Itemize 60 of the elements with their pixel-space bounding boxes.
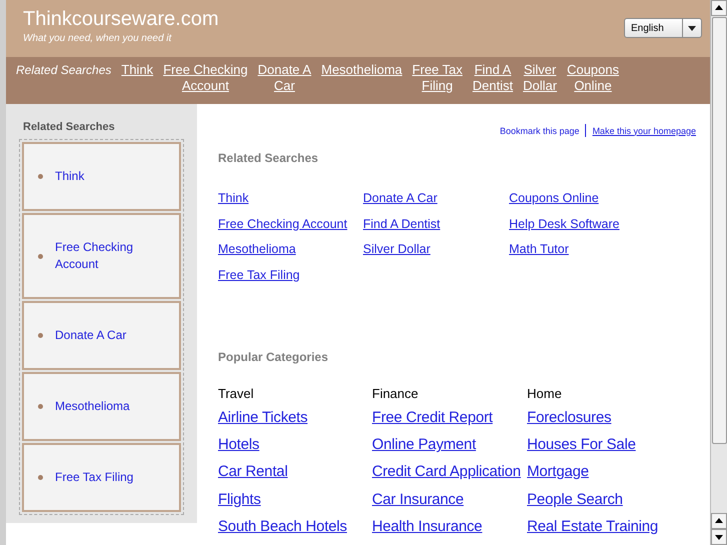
sidebar-link[interactable]: Donate A Car (55, 327, 151, 344)
bullet-icon (38, 174, 43, 179)
bullet-icon (38, 475, 43, 480)
nav-link[interactable]: Think (121, 62, 154, 78)
nav-link[interactable]: Mesothelioma (321, 62, 402, 78)
section-title: Popular Categories (218, 350, 330, 364)
category-link[interactable]: Health Insurance (372, 512, 527, 540)
category-link[interactable]: Foreclosures (527, 404, 696, 432)
bullet-icon (38, 254, 43, 258)
category-heading: Finance (372, 386, 420, 402)
category-link[interactable]: Flights (218, 486, 372, 513)
scrollbar[interactable] (710, 0, 727, 545)
nav-link[interactable]: Coupons Online (566, 62, 619, 94)
site-title: Thinkcourseware.com (23, 8, 219, 31)
sidebar-link[interactable]: Free Tax Filing (55, 469, 151, 486)
category-link[interactable]: Car Insurance (372, 486, 527, 513)
nav-link[interactable]: Donate A Car (258, 62, 312, 94)
category-link[interactable]: Hotels (218, 431, 372, 458)
category-link[interactable]: Credit Card Application (372, 458, 527, 486)
search-link[interactable]: Free Checking Account (218, 212, 363, 237)
sidebar-link[interactable]: Mesothelioma (55, 398, 151, 415)
sidebar-link[interactable]: Free Checking Account (55, 239, 151, 273)
scroll-up-icon[interactable] (711, 513, 727, 529)
category-link[interactable]: Airline Tickets (218, 404, 372, 432)
nav-label: Related Searches (16, 63, 112, 77)
category-link[interactable]: South Beach Hotels (218, 512, 372, 540)
nav-link[interactable]: Free Checking Account (163, 62, 248, 94)
top-link[interactable]: Make this your homepage (592, 126, 696, 136)
nav-link[interactable]: Silver Dollar (522, 62, 557, 94)
sidebar-link[interactable]: Think (55, 168, 151, 185)
nav-link[interactable]: Free Tax Filing (412, 62, 463, 94)
section-title: Related Searches (218, 151, 320, 165)
scroll-down-icon[interactable] (711, 529, 727, 545)
scroll-up-icon[interactable] (711, 0, 727, 16)
search-link[interactable]: Free Tax Filing (218, 262, 363, 288)
search-link[interactable]: Coupons Online (509, 186, 696, 212)
language-select[interactable]: English (624, 18, 702, 38)
category-link[interactable]: Real Estate Training (527, 512, 696, 540)
search-link[interactable]: Mesothelioma (218, 237, 363, 262)
category-link[interactable]: Houses For Sale (527, 431, 696, 458)
bullet-icon (38, 333, 43, 338)
scroll-thumb[interactable] (712, 17, 726, 444)
top-link[interactable]: Bookmark this page (500, 126, 580, 136)
category-heading: Home (527, 386, 563, 402)
search-link[interactable]: Help Desk Software (509, 212, 696, 237)
category-link[interactable]: Free Credit Report (372, 404, 527, 432)
nav-link[interactable]: Find A Dentist (472, 62, 513, 94)
sidebar-title: Related Searches (23, 121, 116, 133)
search-link[interactable]: Silver Dollar (363, 237, 509, 262)
search-link[interactable]: Find A Dentist (363, 212, 509, 237)
category-link[interactable]: Online Payment (372, 431, 527, 458)
category-link[interactable]: Mortgage (527, 458, 696, 486)
search-link[interactable]: Donate A Car (363, 186, 509, 212)
search-link[interactable]: Think (218, 186, 363, 212)
search-link[interactable]: Math Tutor (509, 237, 696, 262)
bullet-icon (38, 404, 43, 409)
category-link[interactable]: Car Rental (218, 458, 372, 486)
tagline: What you need, when you need it (23, 33, 173, 44)
category-link[interactable]: People Search (527, 486, 696, 513)
category-heading: Travel (218, 386, 255, 402)
